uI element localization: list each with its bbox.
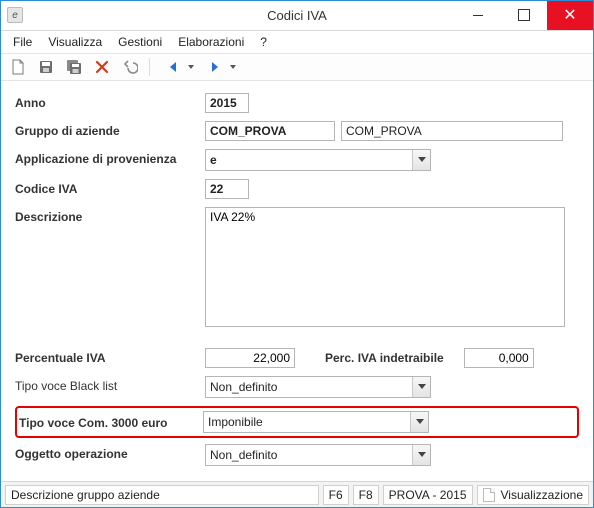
save-icon <box>38 59 54 75</box>
save-all-icon <box>66 59 82 75</box>
delete-button[interactable] <box>91 56 113 78</box>
status-description: Descrizione gruppo aziende <box>5 485 319 505</box>
row-codice: Codice IVA 22 <box>15 179 579 199</box>
percentuale-label: Percentuale IVA <box>15 348 205 365</box>
toolbar <box>1 53 593 81</box>
row-oggetto: Oggetto operazione Non_definito <box>15 444 579 466</box>
tipo-blacklist-value: Non_definito <box>210 380 412 394</box>
menu-bar: File Visualizza Gestioni Elaborazioni ? <box>1 31 593 53</box>
chevron-down-icon <box>418 452 426 457</box>
combo-button[interactable] <box>412 150 430 170</box>
row-tipo-com3000: Tipo voce Com. 3000 euro Imponibile <box>15 406 579 438</box>
tipo-blacklist-label: Tipo voce Black list <box>15 376 205 393</box>
gruppo-code: COM_PROVA <box>205 121 335 141</box>
menu-help[interactable]: ? <box>254 33 273 51</box>
combo-button[interactable] <box>410 412 428 432</box>
triangle-left-icon <box>170 62 176 72</box>
combo-button[interactable] <box>412 377 430 397</box>
descrizione-label: Descrizione <box>15 207 205 224</box>
undo-icon <box>122 59 138 75</box>
highlight-com3000: Tipo voce Com. 3000 euro Imponibile <box>15 406 579 438</box>
status-mode: Visualizzazione <box>477 485 590 505</box>
status-f8[interactable]: F8 <box>353 485 379 505</box>
oggetto-value: Non_definito <box>210 448 412 462</box>
nav-group <box>162 56 236 78</box>
oggetto-combo[interactable]: Non_definito <box>205 444 431 466</box>
undo-button[interactable] <box>119 56 141 78</box>
row-tipo-blacklist: Tipo voce Black list Non_definito <box>15 376 579 398</box>
new-document-icon <box>10 59 26 75</box>
save-button[interactable] <box>35 56 57 78</box>
menu-elaborazioni[interactable]: Elaborazioni <box>172 33 250 51</box>
status-f6[interactable]: F6 <box>323 485 349 505</box>
chevron-down-icon <box>418 384 426 389</box>
nav-next-dropdown-icon[interactable] <box>230 65 236 69</box>
row-descrizione: Descrizione IVA 22% <box>15 207 579 330</box>
menu-visualizza[interactable]: Visualizza <box>42 33 108 51</box>
nav-prev-button[interactable] <box>162 56 184 78</box>
perc-indetr-label: Perc. IVA indetraibile <box>325 351 444 365</box>
tipo-com3000-label: Tipo voce Com. 3000 euro <box>19 413 203 430</box>
gruppo-label: Gruppo di aziende <box>15 121 205 138</box>
app-icon: e <box>7 7 23 23</box>
close-button[interactable]: ✕ <box>547 1 593 30</box>
combo-button[interactable] <box>412 445 430 465</box>
toolbar-separator <box>149 58 150 76</box>
perc-indetr-input[interactable] <box>464 348 534 368</box>
chevron-down-icon <box>416 419 424 424</box>
nav-next-button[interactable] <box>204 56 226 78</box>
row-anno: Anno 2015 <box>15 93 579 113</box>
percentuale-input[interactable] <box>205 348 295 368</box>
tipo-blacklist-combo[interactable]: Non_definito <box>205 376 431 398</box>
form-area: Anno 2015 Gruppo di aziende COM_PROVA CO… <box>1 81 593 481</box>
document-icon <box>483 488 495 502</box>
triangle-right-icon <box>212 62 218 72</box>
descrizione-textarea[interactable]: IVA 22% <box>205 207 565 327</box>
tipo-com3000-combo[interactable]: Imponibile <box>203 411 429 433</box>
row-gruppo: Gruppo di aziende COM_PROVA COM_PROVA <box>15 121 579 141</box>
chevron-down-icon <box>418 157 426 162</box>
minimize-button[interactable] <box>455 1 501 30</box>
menu-file[interactable]: File <box>7 33 38 51</box>
new-button[interactable] <box>7 56 29 78</box>
codice-value: 22 <box>205 179 249 199</box>
codice-label: Codice IVA <box>15 179 205 196</box>
gruppo-desc: COM_PROVA <box>341 121 563 141</box>
applicazione-label: Applicazione di provenienza <box>15 149 205 166</box>
row-percentuale: Percentuale IVA Perc. IVA indetraibile <box>15 348 579 368</box>
title-bar: e Codici IVA ✕ <box>1 1 593 31</box>
oggetto-label: Oggetto operazione <box>15 444 205 461</box>
app-window: e Codici IVA ✕ File Visualizza Gestioni … <box>0 0 594 508</box>
window-controls: ✕ <box>455 1 593 30</box>
save-all-button[interactable] <box>63 56 85 78</box>
row-applicazione: Applicazione di provenienza e <box>15 149 579 171</box>
status-context: PROVA - 2015 <box>383 485 473 505</box>
status-bar: Descrizione gruppo aziende F6 F8 PROVA -… <box>1 481 593 507</box>
delete-x-icon <box>94 59 110 75</box>
anno-value: 2015 <box>205 93 249 113</box>
status-mode-text: Visualizzazione <box>501 488 584 502</box>
applicazione-value: e <box>210 153 412 167</box>
maximize-button[interactable] <box>501 1 547 30</box>
applicazione-combo[interactable]: e <box>205 149 431 171</box>
anno-label: Anno <box>15 93 205 110</box>
tipo-com3000-value: Imponibile <box>208 415 410 429</box>
menu-gestioni[interactable]: Gestioni <box>112 33 168 51</box>
nav-prev-dropdown-icon[interactable] <box>188 65 194 69</box>
